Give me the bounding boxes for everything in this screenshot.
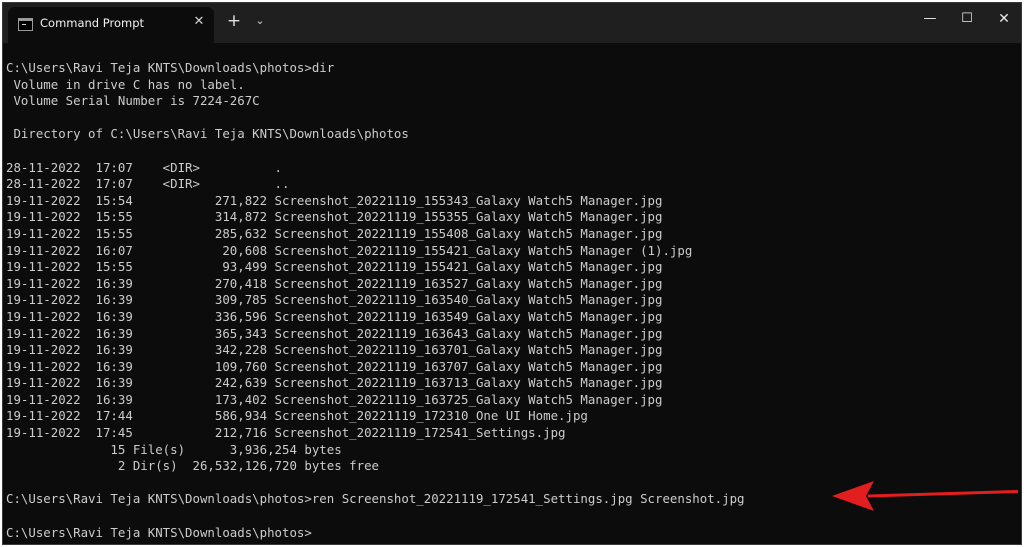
terminal-line: 19-11-2022 16:39 270,418 Screenshot_2022…: [6, 275, 663, 291]
minimize-button[interactable]: —: [918, 9, 942, 29]
chevron-down-icon[interactable]: ⌄: [252, 13, 268, 29]
terminal-line: 19-11-2022 16:39 309,785 Screenshot_2022…: [6, 292, 663, 308]
terminal-line: 19-11-2022 16:39 365,343 Screenshot_2022…: [6, 325, 663, 341]
terminal-line: 2 Dir(s) 26,532,126,720 bytes free: [6, 458, 379, 474]
terminal-line: 19-11-2022 16:07 20,608 Screenshot_20221…: [6, 242, 693, 258]
close-window-button[interactable]: ✕: [992, 9, 1016, 29]
terminal-line: C:\Users\Ravi Teja KNTS\Downloads\photos…: [6, 60, 335, 75]
terminal-line: Volume Serial Number is 7224-267C: [6, 93, 260, 109]
terminal-line: 28-11-2022 17:07 <DIR> .: [6, 159, 283, 175]
terminal-output[interactable]: C:\Users\Ravi Teja KNTS\Downloads\photos…: [6, 60, 1016, 541]
terminal-line: 19-11-2022 17:45 212,716 Screenshot_2022…: [6, 425, 566, 441]
terminal-line: 19-11-2022 16:39 109,760 Screenshot_2022…: [6, 358, 663, 374]
terminal-line: 19-11-2022 15:55 93,499 Screenshot_20221…: [6, 259, 663, 275]
command-prompt-window: Command Prompt ✕ + ⌄ — ☐ ✕ C:\Users\Ravi…: [2, 2, 1022, 545]
terminal-line: 19-11-2022 16:39 242,639 Screenshot_2022…: [6, 375, 663, 391]
terminal-line: Directory of C:\Users\Ravi Teja KNTS\Dow…: [6, 126, 409, 142]
terminal-line: C:\Users\Ravi Teja KNTS\Downloads\photos…: [6, 524, 312, 540]
terminal-line: 19-11-2022 15:55 285,632 Screenshot_2022…: [6, 225, 663, 241]
terminal-line: 19-11-2022 17:44 586,934 Screenshot_2022…: [6, 408, 588, 424]
terminal-line: 19-11-2022 16:39 173,402 Screenshot_2022…: [6, 391, 663, 407]
terminal-line: 19-11-2022 15:55 314,872 Screenshot_2022…: [6, 209, 663, 225]
red-arrow-icon: [832, 481, 1018, 511]
tab-command-prompt[interactable]: Command Prompt ✕: [8, 7, 214, 43]
title-bar: Command Prompt ✕ + ⌄ — ☐ ✕: [3, 3, 1021, 43]
terminal-line: 15 File(s) 3,936,254 bytes: [6, 441, 342, 457]
terminal-line: Volume in drive C has no label.: [6, 76, 245, 92]
terminal-line: 28-11-2022 17:07 <DIR> ..: [6, 176, 290, 192]
tab-title: Command Prompt: [40, 16, 145, 30]
maximize-button[interactable]: ☐: [955, 9, 979, 29]
new-tab-button[interactable]: +: [225, 12, 243, 30]
terminal-icon: [18, 18, 33, 31]
terminal-line: 19-11-2022 16:39 342,228 Screenshot_2022…: [6, 342, 663, 358]
terminal-line: 19-11-2022 16:39 336,596 Screenshot_2022…: [6, 308, 663, 324]
tab-close-icon[interactable]: ✕: [191, 14, 207, 30]
terminal-line: 19-11-2022 15:54 271,822 Screenshot_2022…: [6, 192, 663, 208]
